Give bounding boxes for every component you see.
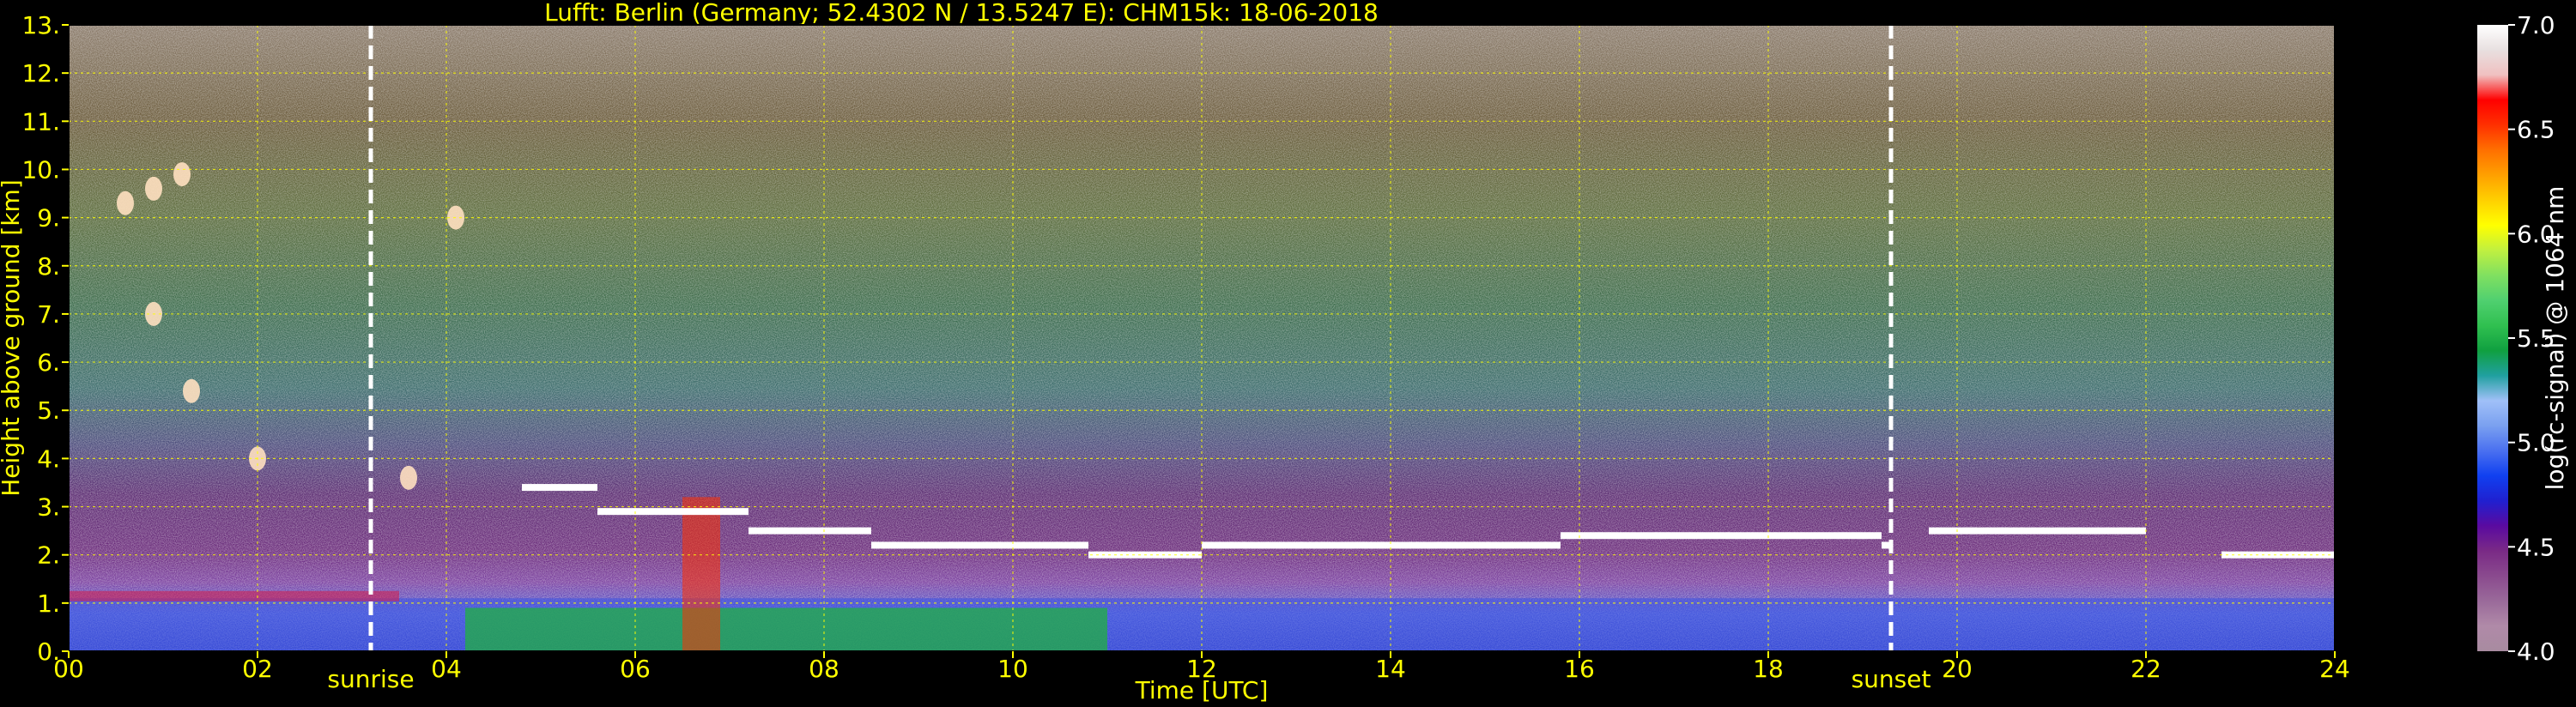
annotation-label-sunset: sunset: [1852, 665, 1931, 693]
residual-layer: [69, 590, 399, 601]
x-tick-label: 10: [997, 655, 1028, 683]
x-tick-label: 16: [1564, 655, 1595, 683]
cloud-layer-segment: [1202, 541, 1296, 549]
cloud-layer-segment: [522, 484, 597, 492]
colorbar: 4.04.55.05.56.06.57.0 log(rc-signal) @ 1…: [2477, 11, 2569, 666]
y-tick-label: 4.: [37, 444, 60, 473]
colorbar-tick-label: 4.0: [2517, 638, 2555, 666]
y-axis-label: Height above ground [km]: [0, 179, 25, 497]
y-tick-label: 12.: [21, 59, 60, 88]
boundary-layer: [69, 598, 2335, 651]
y-tick-label: 9.: [37, 204, 60, 233]
colorbar-tick-label: 6.5: [2517, 116, 2555, 144]
y-tick-label: 10.: [21, 155, 60, 184]
y-tick-label: 7.: [37, 300, 60, 329]
cirrus-patch: [145, 176, 162, 201]
cloud-layer-segment: [749, 527, 871, 535]
cirrus-patch: [117, 190, 134, 215]
x-tick-label: 18: [1753, 655, 1784, 683]
convective-plume: [682, 497, 720, 651]
y-tick-label: 13.: [21, 11, 60, 39]
cloud-layer-segment: [1561, 532, 1882, 540]
colorbar-bar: [2477, 25, 2508, 651]
colorbar-label: log(rc-signal) @ 1064 nm: [2541, 186, 2569, 491]
x-tick-label: 20: [1942, 655, 1973, 683]
lidar-figure: Lufft: Berlin (Germany; 52.4302 N / 13.5…: [0, 0, 2569, 704]
y-tick-label: 6.: [37, 348, 60, 377]
colorbar-tick-label: 7.0: [2517, 11, 2555, 39]
cirrus-patch: [173, 162, 191, 187]
y-tick-label: 1.: [37, 589, 60, 618]
green-mixing-layer: [465, 607, 1107, 651]
cloud-layer-segment: [1929, 527, 2146, 535]
plot-area: [68, 24, 2336, 652]
x-tick-label: 14: [1375, 655, 1406, 683]
x-tick-label: 00: [53, 655, 84, 683]
x-tick-label: 04: [431, 655, 462, 683]
cloud-layer-segment: [871, 541, 1088, 549]
y-axis-ticks: 0.1.2.3.4.5.6.7.8.9.10.11.12.13.: [21, 11, 69, 666]
x-tick-label: 08: [809, 655, 839, 683]
cirrus-patch: [183, 378, 200, 403]
cloud-layer-segment: [1296, 541, 1561, 549]
y-tick-label: 3.: [37, 493, 60, 522]
y-tick-label: 5.: [37, 396, 60, 425]
cirrus-patch: [400, 465, 417, 490]
y-tick-label: 2.: [37, 541, 60, 570]
y-tick-label: 8.: [37, 252, 60, 281]
x-tick-label: 22: [2131, 655, 2161, 683]
x-axis-label: Time [UTC]: [1135, 676, 1269, 704]
x-tick-label: 02: [242, 655, 273, 683]
annotation-labels: sunrise sunset: [327, 665, 1930, 693]
colorbar-tick-label: 4.5: [2517, 533, 2555, 561]
x-tick-label: 06: [620, 655, 651, 683]
y-tick-label: 11.: [21, 107, 60, 136]
cloud-layer-segment: [597, 508, 749, 516]
x-tick-label: 24: [2319, 655, 2350, 683]
annotation-label-sunrise: sunrise: [327, 665, 414, 693]
chart-title: Lufft: Berlin (Germany; 52.4302 N / 13.5…: [544, 0, 1379, 27]
